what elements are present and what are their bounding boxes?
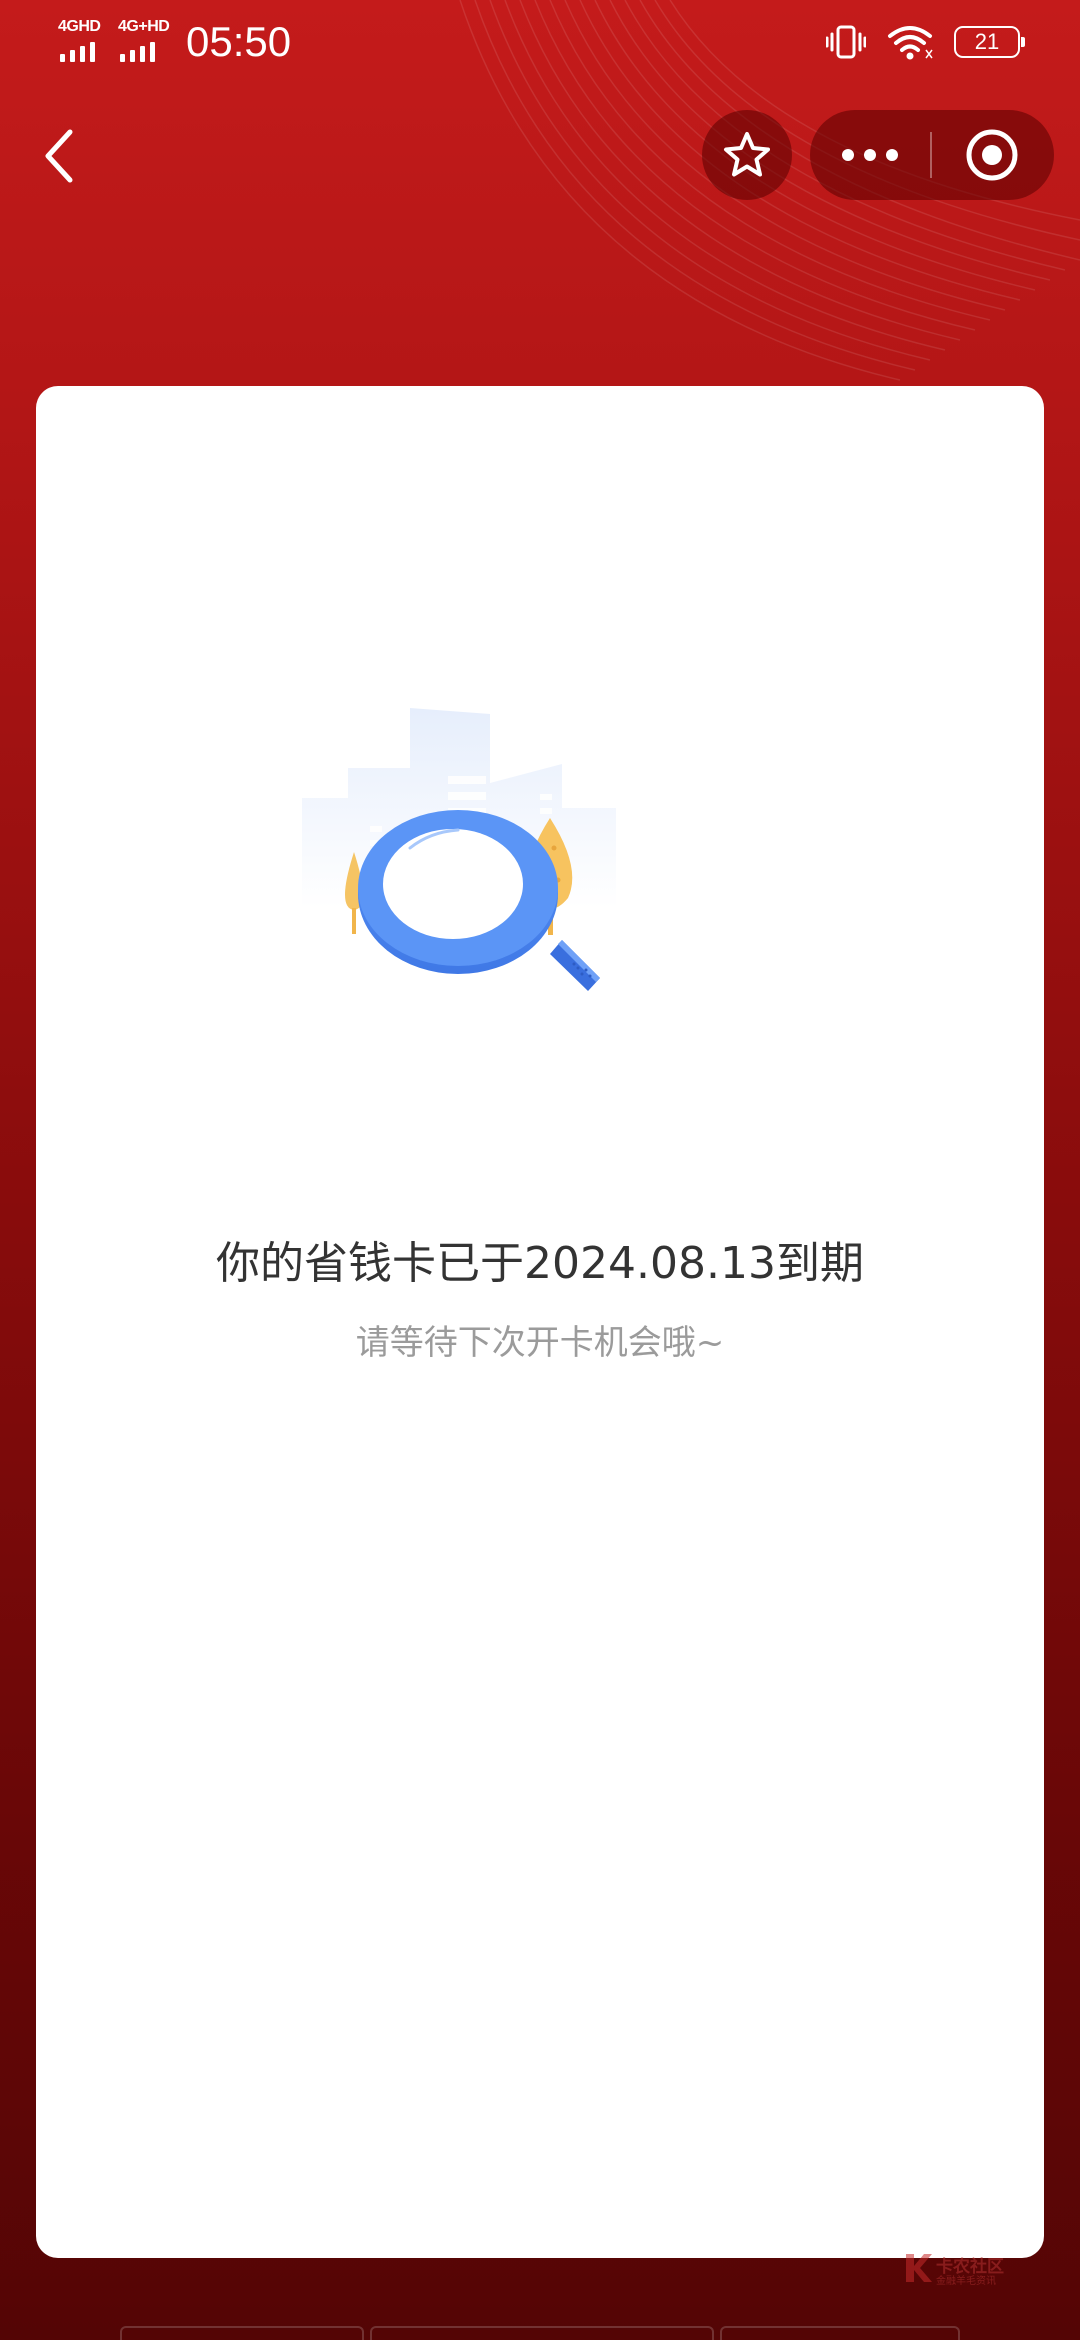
status-time: 05:50: [186, 18, 292, 65]
close-target-icon: [966, 129, 1018, 181]
watermark-subtitle: 金融羊毛资讯: [936, 2276, 996, 2287]
favorite-button[interactable]: [702, 110, 792, 200]
more-button[interactable]: [810, 110, 930, 200]
status-icons: 21: [826, 22, 1025, 62]
watermark-logo-icon: [906, 2254, 932, 2282]
bottom-tab-2[interactable]: [370, 2326, 714, 2340]
signal-bars-icon: [120, 40, 155, 62]
battery-icon: 21: [954, 26, 1025, 58]
close-button[interactable]: [932, 110, 1052, 200]
star-icon: [724, 132, 770, 177]
back-arrow-icon: [45, 129, 73, 183]
wifi-icon: [888, 26, 933, 60]
mini-program-capsule: [810, 110, 1054, 200]
watermark: 卡农社区 金融羊毛资讯: [902, 2252, 1032, 2288]
sim2-signal: 4G+HD: [118, 18, 174, 62]
sim1-signal: 4GHD: [58, 18, 114, 62]
expired-message: 你的省钱卡已于2024.08.13到期: [216, 1238, 864, 1289]
back-button[interactable]: [30, 120, 90, 192]
sim2-network-label: 4G+HD: [118, 18, 170, 35]
bottom-tab-hints: [120, 2326, 960, 2340]
signal-bars-icon: [60, 40, 95, 62]
hint-message: 请等待下次开卡机会哦~: [355, 1323, 725, 1363]
content-card: 你的省钱卡已于2024.08.13到期 请等待下次开卡机会哦~: [36, 386, 1044, 2258]
status-bar: 4GHD 4G+HD 05:50 21: [0, 0, 1080, 86]
bottom-tab-1[interactable]: [120, 2326, 364, 2340]
bottom-tab-3[interactable]: [720, 2326, 960, 2340]
sim1-network-label: 4GHD: [58, 18, 101, 35]
more-dots-icon: [842, 149, 898, 161]
vibrate-icon: [826, 25, 866, 59]
empty-search-illustration: [302, 708, 616, 991]
